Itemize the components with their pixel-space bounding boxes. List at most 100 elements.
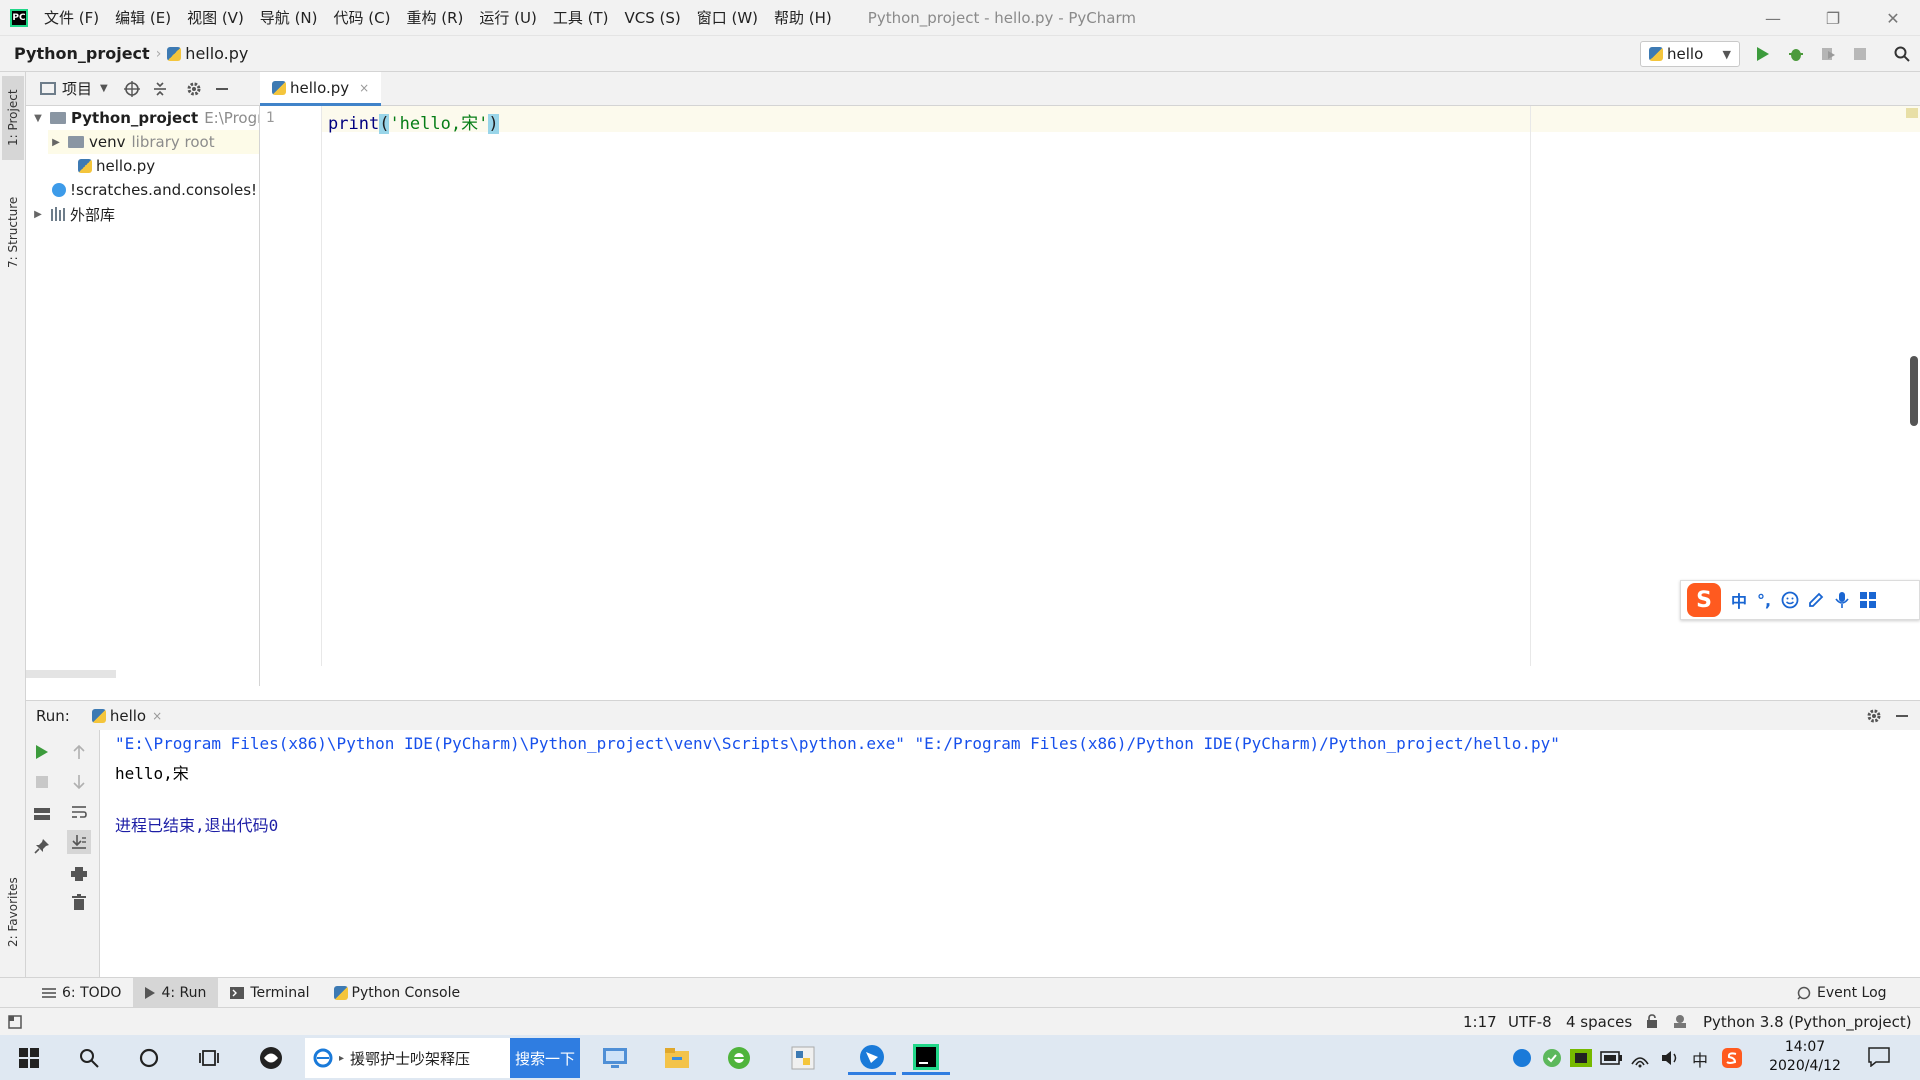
inspection-profile-icon[interactable]	[1672, 1014, 1688, 1029]
run-console[interactable]: "E:\Program Files(x86)\Python IDE(PyChar…	[100, 730, 1920, 977]
run-configuration-select[interactable]: hello ▼	[1640, 41, 1740, 67]
breadcrumb-file[interactable]: hello.py	[185, 44, 248, 63]
menu-navigate[interactable]: 导航 (N)	[260, 7, 318, 28]
collapse-all-icon[interactable]	[152, 81, 168, 97]
file-encoding[interactable]: UTF-8	[1508, 1013, 1552, 1031]
tool-tab-event-log[interactable]: Event Log	[1785, 978, 1899, 1008]
feiyu-app-icon[interactable]	[848, 1041, 896, 1075]
next-occurrence-button[interactable]	[67, 770, 91, 794]
tool-tab-terminal[interactable]: Terminal	[218, 978, 321, 1008]
browser-icon[interactable]	[722, 1041, 756, 1075]
tray-feiyu-icon[interactable]	[1512, 1048, 1532, 1068]
ime-punctuation-toggle[interactable]: °,	[1757, 591, 1771, 610]
hide-panel-icon[interactable]	[1894, 708, 1910, 724]
vertical-scrollbar[interactable]	[1910, 356, 1918, 426]
locate-icon[interactable]	[123, 80, 140, 97]
tool-tab-python-console[interactable]: Python Console	[322, 978, 473, 1008]
tray-sogou-icon[interactable]	[1722, 1048, 1742, 1068]
pycharm-taskbar-icon[interactable]	[902, 1041, 950, 1075]
rerun-button[interactable]	[30, 740, 54, 764]
debug-button[interactable]	[1786, 44, 1806, 64]
tree-expand-icon[interactable]: ▶	[48, 137, 64, 148]
tool-tab-todo[interactable]: 6: TODO	[30, 978, 133, 1008]
horizontal-scrollbar[interactable]	[26, 670, 116, 678]
wifi-icon[interactable]	[1630, 1048, 1650, 1068]
search-icon[interactable]	[72, 1041, 106, 1075]
tray-security-icon[interactable]	[1542, 1048, 1562, 1068]
cortana-icon[interactable]	[132, 1041, 166, 1075]
volume-icon[interactable]	[1660, 1048, 1680, 1068]
scroll-to-end-button[interactable]	[67, 830, 91, 854]
tree-item-scratches[interactable]: !scratches.and.consoles!	[52, 178, 257, 202]
menu-view[interactable]: 视图 (V)	[187, 7, 244, 28]
battery-icon[interactable]	[1600, 1050, 1622, 1066]
pin-tab-button[interactable]	[30, 834, 54, 858]
editor-tab-hello-py[interactable]: hello.py ×	[260, 72, 382, 106]
tree-item-hello-py[interactable]: hello.py	[78, 154, 155, 178]
tray-input-language[interactable]: 中	[1692, 1047, 1708, 1071]
caret-position[interactable]: 1:17	[1463, 1013, 1497, 1031]
run-with-coverage-button[interactable]	[1818, 44, 1838, 64]
tree-item-python-project[interactable]: ▼ Python_project E:\Progr	[30, 106, 259, 130]
breadcrumb-project[interactable]: Python_project	[14, 44, 150, 63]
remote-desktop-icon[interactable]	[598, 1041, 632, 1075]
close-window-button[interactable]: ✕	[1870, 0, 1916, 36]
tree-item-external-libraries[interactable]: ▶ 外部库	[30, 202, 115, 226]
code-line-1[interactable]: print('hello,宋')	[328, 109, 499, 134]
microphone-icon[interactable]	[1833, 591, 1851, 609]
sogou-logo-icon[interactable]: S	[1687, 583, 1721, 617]
close-tab-icon[interactable]: ×	[152, 709, 162, 723]
restore-button[interactable]: ❐	[1810, 0, 1856, 36]
notification-center-icon[interactable]	[1868, 1047, 1890, 1067]
python-app-icon[interactable]	[786, 1041, 820, 1075]
run-tab-hello[interactable]: hello	[110, 707, 146, 725]
tool-tab-run[interactable]: 4: Run	[133, 977, 219, 1008]
project-view-select[interactable]: 项目	[62, 78, 92, 99]
close-tab-icon[interactable]: ×	[359, 81, 369, 95]
tree-item-venv[interactable]: ▶ venv library root	[48, 130, 259, 154]
menu-window[interactable]: 窗口 (W)	[697, 7, 758, 28]
toggle-tool-windows-icon[interactable]	[8, 1015, 22, 1029]
menu-run[interactable]: 运行 (U)	[479, 7, 536, 28]
menu-vcs[interactable]: VCS (S)	[624, 9, 680, 27]
restore-layout-button[interactable]	[30, 802, 54, 826]
ime-language-toggle[interactable]: 中	[1731, 588, 1747, 612]
inspection-indicator[interactable]	[1906, 108, 1918, 118]
windows-start-icon[interactable]	[12, 1041, 46, 1075]
taskbar-clock[interactable]: 14:07 2020/4/12	[1760, 1038, 1850, 1076]
stop-button[interactable]	[1850, 44, 1870, 64]
soft-wrap-button[interactable]	[67, 800, 91, 824]
minimize-button[interactable]: —	[1750, 0, 1796, 36]
hide-panel-icon[interactable]	[214, 81, 230, 97]
app-swirl-icon[interactable]	[254, 1041, 288, 1075]
gear-icon[interactable]	[1866, 708, 1882, 724]
indent-setting[interactable]: 4 spaces	[1566, 1013, 1632, 1031]
print-button[interactable]	[67, 862, 91, 886]
tree-expand-icon[interactable]: ▶	[30, 209, 46, 220]
menu-tools[interactable]: 工具 (T)	[553, 7, 609, 28]
handwriting-icon[interactable]	[1807, 591, 1825, 609]
menu-file[interactable]: 文件 (F)	[44, 7, 99, 28]
search-everywhere-button[interactable]	[1892, 44, 1912, 64]
structure-tool-tab[interactable]: 7: Structure	[2, 182, 24, 282]
project-tool-tab[interactable]: 1: Project	[2, 76, 24, 160]
tree-expand-icon[interactable]: ▼	[30, 113, 46, 124]
gear-icon[interactable]	[186, 81, 202, 97]
favorites-tool-tab[interactable]: 2: Favorites	[2, 862, 24, 962]
menu-help[interactable]: 帮助 (H)	[774, 7, 832, 28]
menu-refactor[interactable]: 重构 (R)	[406, 7, 463, 28]
python-interpreter[interactable]: Python 3.8 (Python_project)	[1703, 1013, 1912, 1031]
lock-icon[interactable]	[1646, 1014, 1658, 1029]
clear-all-button[interactable]	[67, 890, 91, 914]
file-explorer-icon[interactable]	[660, 1041, 694, 1075]
task-view-icon[interactable]	[192, 1041, 226, 1075]
menu-code[interactable]: 代码 (C)	[334, 7, 391, 28]
stop-run-button[interactable]	[30, 770, 54, 794]
search-submit-button[interactable]: 搜索一下	[510, 1038, 580, 1078]
previous-occurrence-button[interactable]	[67, 740, 91, 764]
tray-nvidia-icon[interactable]	[1570, 1049, 1592, 1067]
taskbar-search-box[interactable]: ▸ 援鄂护士吵架释压	[305, 1038, 510, 1078]
toolbox-icon[interactable]	[1859, 591, 1877, 609]
menu-edit[interactable]: 编辑 (E)	[115, 7, 171, 28]
run-button[interactable]	[1753, 44, 1773, 64]
